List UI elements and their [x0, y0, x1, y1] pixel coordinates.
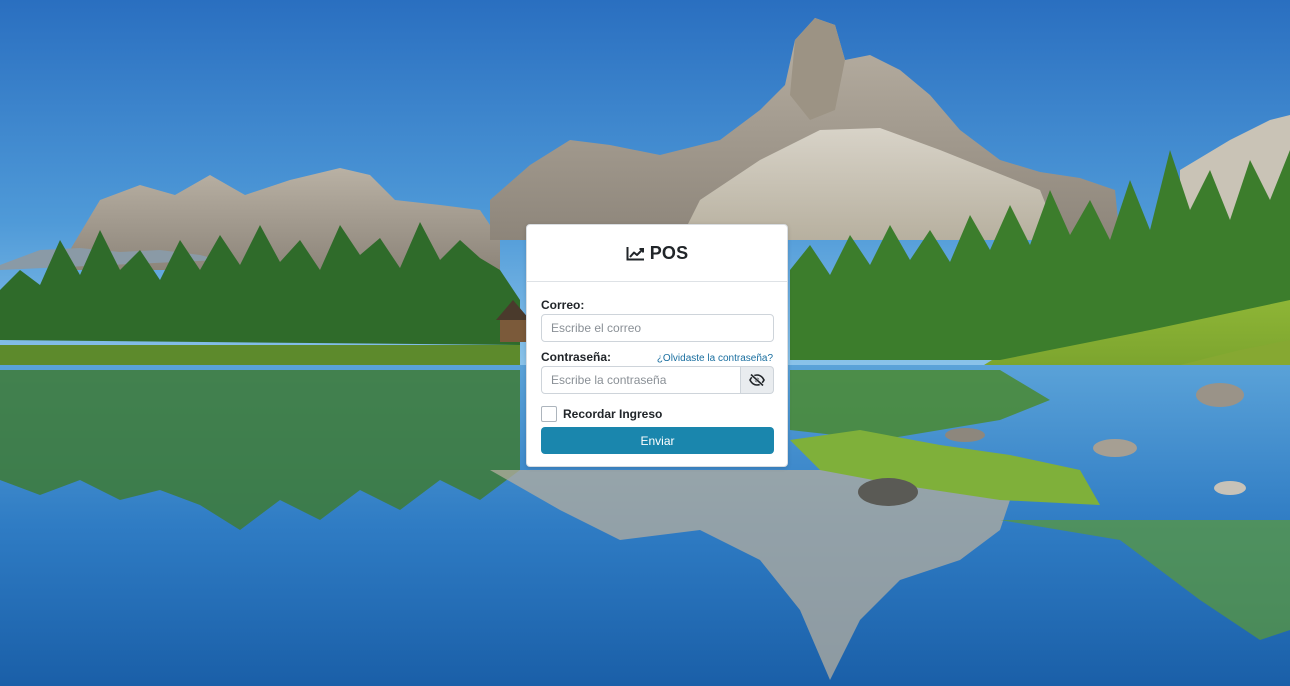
submit-button[interactable]: Enviar	[541, 427, 774, 454]
email-label: Correo:	[541, 298, 585, 312]
password-label: Contraseña:	[541, 350, 612, 364]
remember-label: Recordar Ingreso	[563, 407, 663, 421]
email-input[interactable]	[541, 314, 774, 342]
login-form: Correo: Contraseña: ¿Olvidaste la contra…	[527, 282, 787, 454]
brand-title: POS	[649, 242, 689, 263]
remember-row: Recordar Ingreso	[541, 406, 773, 422]
login-card: POS Correo: Contraseña: ¿Olvidaste la co…	[526, 224, 788, 467]
password-label-row: Contraseña: ¿Olvidaste la contraseña?	[541, 350, 773, 364]
password-input-group	[541, 366, 774, 394]
chart-line-icon	[626, 246, 644, 260]
password-input[interactable]	[541, 366, 741, 394]
card-header: POS	[527, 225, 787, 282]
toggle-password-visibility-button[interactable]	[741, 366, 774, 394]
remember-checkbox[interactable]	[541, 406, 557, 422]
forgot-password-link[interactable]: ¿Olvidaste la contraseña?	[657, 353, 773, 364]
eye-slash-icon	[749, 374, 765, 386]
